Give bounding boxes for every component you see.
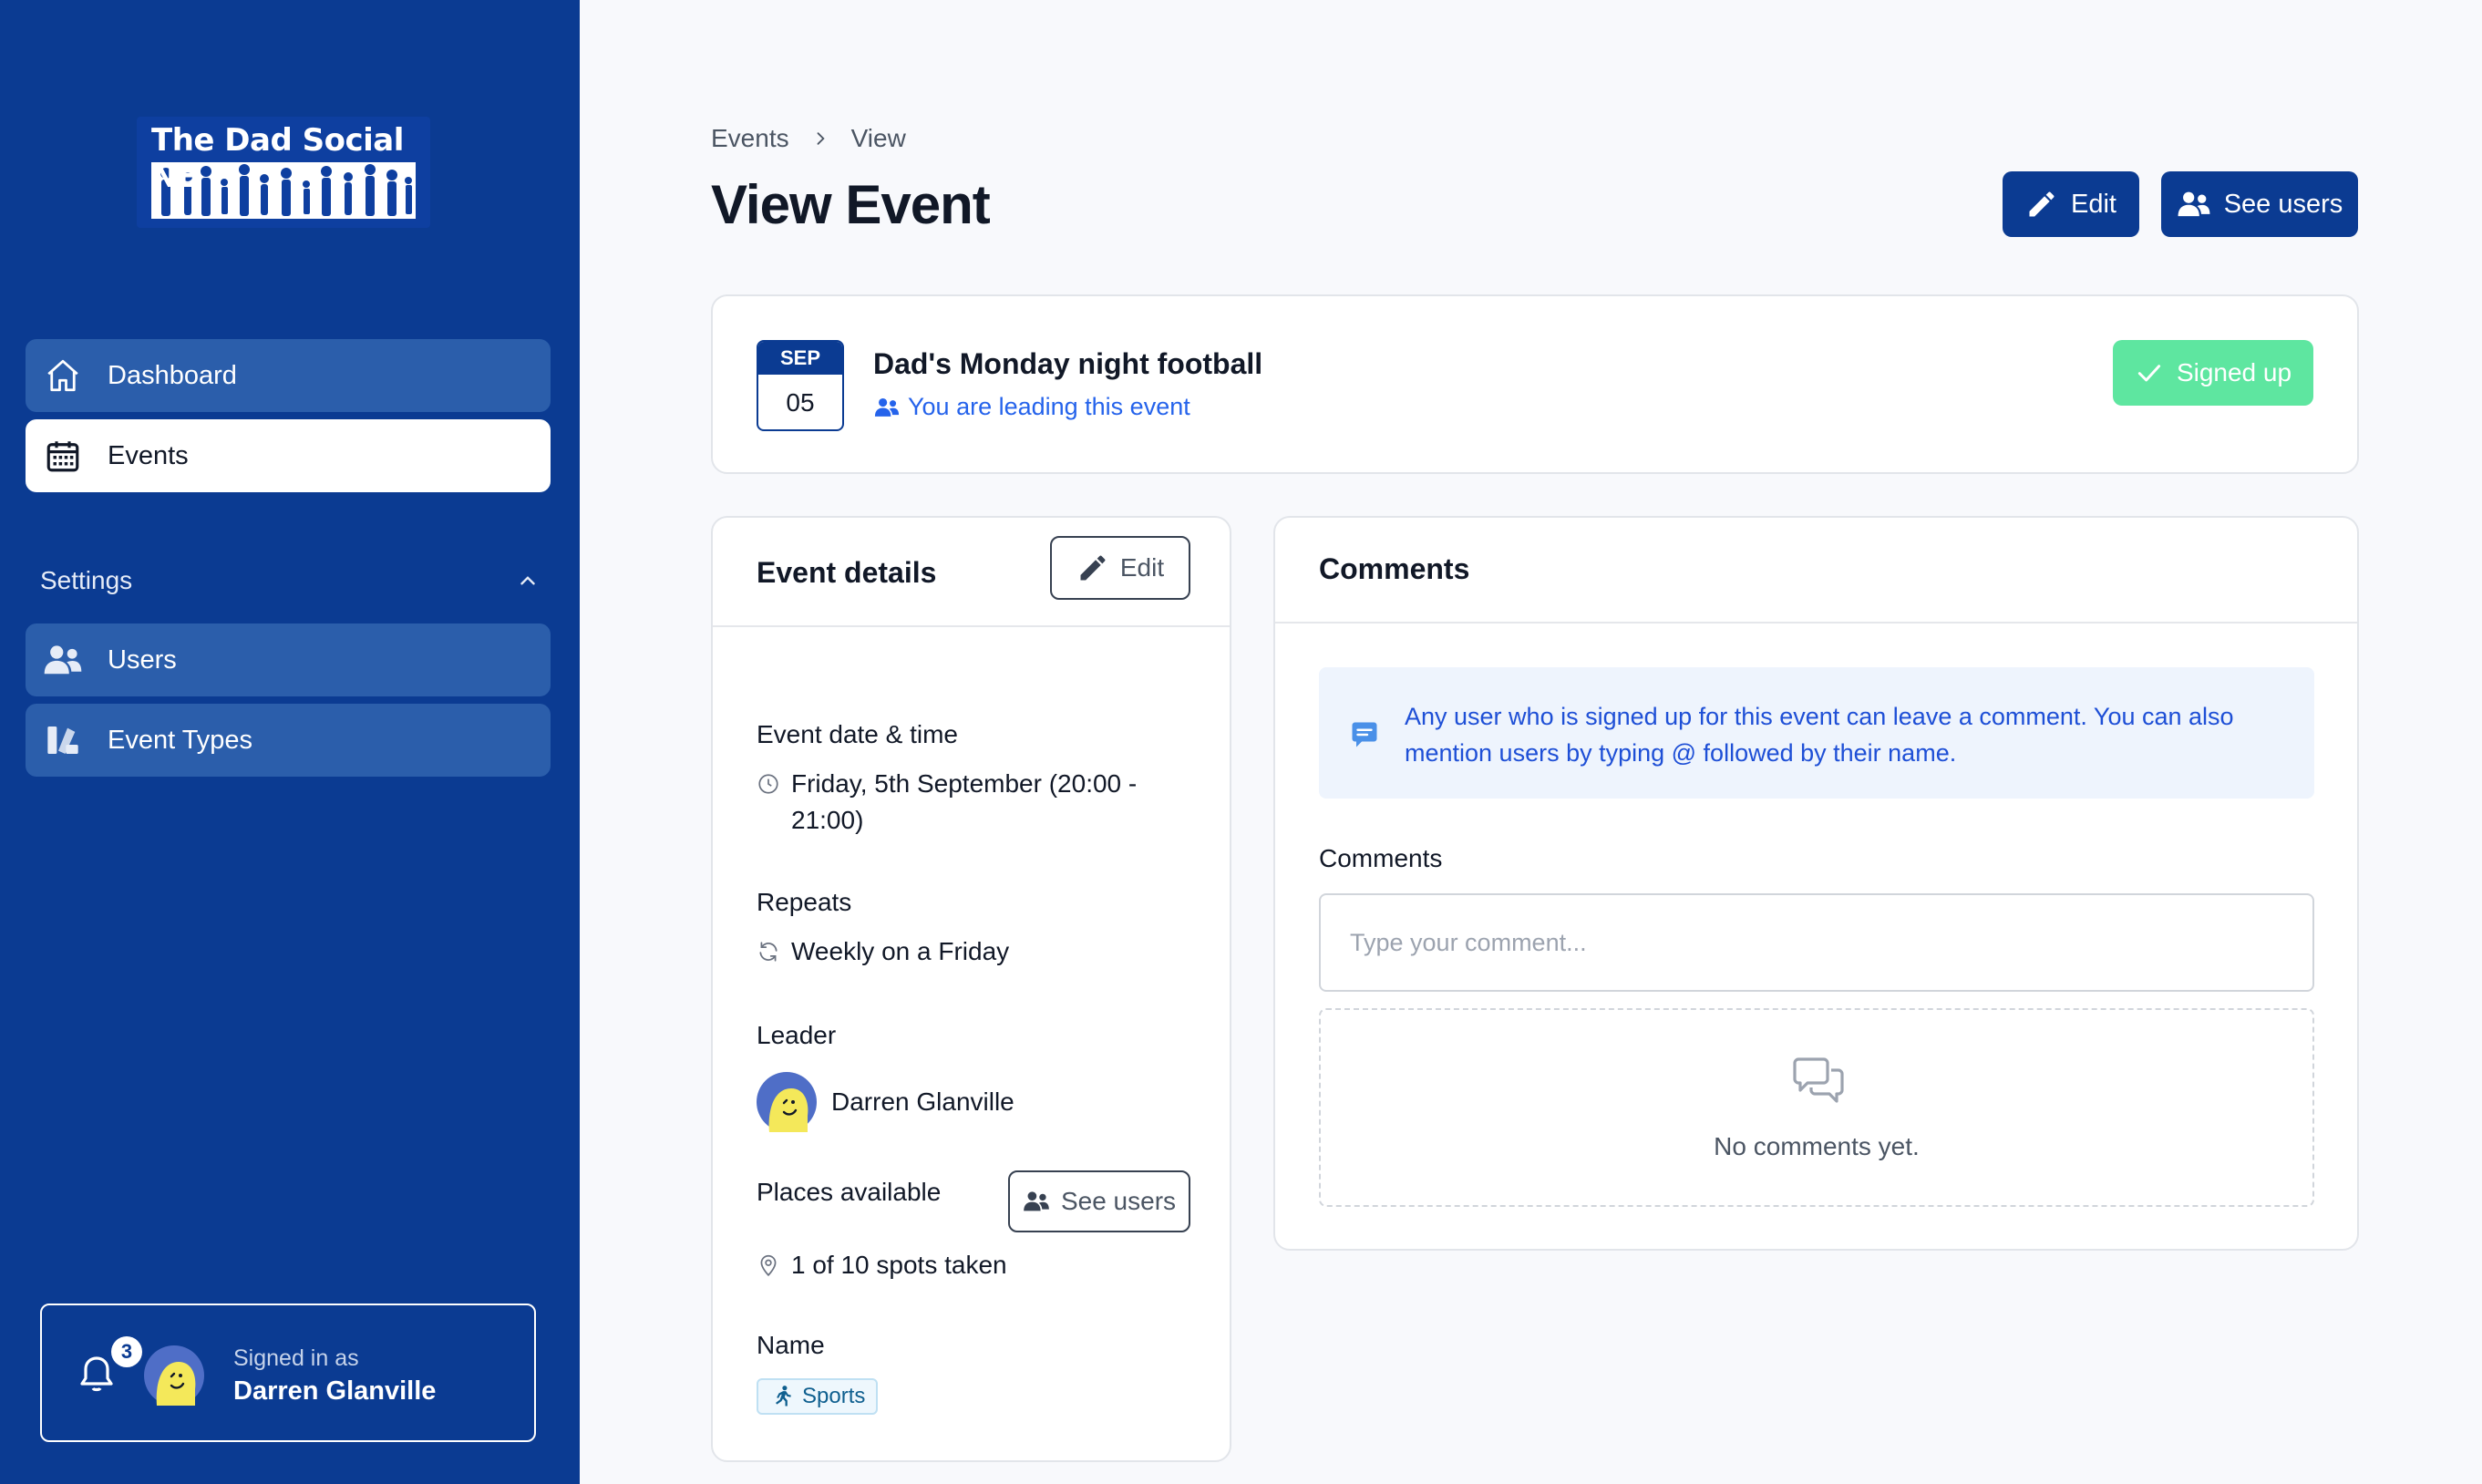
repeats-text: Weekly on a Friday bbox=[791, 937, 1010, 965]
see-users-button[interactable]: See users bbox=[2161, 171, 2358, 237]
edit-event-label: Edit bbox=[2071, 189, 2116, 219]
event-title: Dad's Monday night football bbox=[873, 347, 1263, 380]
users-icon bbox=[874, 397, 900, 417]
see-users-small-button[interactable]: See users bbox=[1008, 1170, 1190, 1232]
name-label: Name bbox=[757, 1331, 825, 1359]
pencil-icon bbox=[2029, 191, 2055, 217]
places-value: 1 of 10 spots taken bbox=[757, 1247, 1007, 1283]
users-icon bbox=[1024, 1191, 1049, 1211]
shapes-icon bbox=[42, 719, 84, 761]
settings-label: Settings bbox=[40, 566, 133, 594]
edit-details-button[interactable]: Edit bbox=[1050, 536, 1190, 600]
chat-bubble-icon bbox=[1352, 722, 1377, 747]
leader-name: Darren Glanville bbox=[831, 1087, 1014, 1116]
event-details-card: Event details Edit Event date & time Fri… bbox=[711, 516, 1231, 1462]
comments-card: Comments Any user who is signed up for t… bbox=[1273, 516, 2359, 1251]
refresh-icon bbox=[757, 933, 784, 970]
map-pin-icon bbox=[757, 1247, 784, 1283]
event-type-tag-text: Sports bbox=[802, 1384, 866, 1408]
chevron-right-icon bbox=[811, 129, 829, 148]
chat-bubbles-icon bbox=[1793, 1057, 1844, 1103]
nav-label-events: Events bbox=[108, 440, 189, 470]
repeats-value: Weekly on a Friday bbox=[757, 933, 1009, 970]
signed-up-label: Signed up bbox=[2176, 358, 2292, 386]
see-users-small-label: See users bbox=[1060, 1187, 1177, 1215]
leader-row: Darren Glanville bbox=[757, 1072, 1014, 1132]
running-icon bbox=[776, 1386, 791, 1407]
breadcrumb-view: View bbox=[850, 124, 906, 152]
date-badge: SEP 05 bbox=[757, 340, 844, 431]
nav-item-dashboard[interactable]: Dashboard bbox=[26, 339, 551, 412]
clock-icon bbox=[757, 766, 784, 802]
date-time-line2: 21:00) bbox=[791, 806, 864, 834]
signed-up-button[interactable]: Signed up bbox=[2113, 340, 2313, 406]
places-label: Places available bbox=[757, 1178, 942, 1206]
breadcrumb-events[interactable]: Events bbox=[711, 124, 789, 153]
nav-label-users: Users bbox=[108, 644, 177, 675]
places-text: 1 of 10 spots taken bbox=[791, 1251, 1007, 1279]
leading-indicator: You are leading this event bbox=[873, 393, 1190, 421]
comments-empty-text: No comments yet. bbox=[1714, 1132, 1920, 1160]
nav-item-events[interactable]: Events bbox=[26, 419, 551, 492]
comment-input[interactable] bbox=[1319, 893, 2314, 992]
comments-info-text: Any user who is signed up for this event… bbox=[1405, 703, 2234, 767]
users-icon bbox=[42, 639, 84, 681]
nav-label-event-types: Event Types bbox=[108, 725, 253, 755]
avatar bbox=[757, 1072, 817, 1132]
house-icon bbox=[42, 355, 84, 397]
comments-info-box: Any user who is signed up for this event… bbox=[1319, 667, 2314, 799]
event-details-title: Event details bbox=[757, 556, 937, 589]
comments-field-label: Comments bbox=[1319, 844, 1443, 872]
edit-event-button[interactable]: Edit bbox=[2003, 171, 2139, 237]
pencil-icon bbox=[1080, 555, 1106, 581]
date-time-value: Friday, 5th September (20:00 - 21:00) bbox=[757, 766, 1137, 839]
date-day: 05 bbox=[786, 388, 815, 417]
page-title: View Event bbox=[711, 174, 991, 235]
repeats-label: Repeats bbox=[757, 888, 852, 916]
leading-text: You are leading this event bbox=[908, 393, 1190, 420]
nav-item-users[interactable]: Users bbox=[26, 623, 551, 696]
breadcrumb: Events View bbox=[711, 124, 906, 153]
check-icon bbox=[2137, 365, 2161, 382]
event-type-tag: Sports bbox=[757, 1378, 879, 1415]
leader-label: Leader bbox=[757, 1021, 837, 1049]
logo-text: The Dad Social NE bbox=[151, 122, 404, 195]
date-time-label: Event date & time bbox=[757, 720, 959, 748]
date-month: SEP bbox=[758, 342, 842, 375]
comments-empty-state: No comments yet. bbox=[1319, 1008, 2314, 1207]
edit-details-label: Edit bbox=[1119, 553, 1165, 582]
nav-label-dashboard: Dashboard bbox=[108, 360, 237, 390]
logo[interactable]: The Dad Social NE bbox=[137, 117, 430, 228]
sidebar: The Dad Social NE Dashboard Events Setti… bbox=[0, 0, 580, 1484]
settings-toggle[interactable]: Settings bbox=[40, 561, 540, 601]
nav-item-event-types[interactable]: Event Types bbox=[26, 704, 551, 777]
avatar bbox=[144, 1345, 204, 1406]
see-users-label: See users bbox=[2223, 189, 2343, 219]
comments-header: Comments bbox=[1275, 518, 2357, 623]
signed-in-label: Signed in as bbox=[233, 1345, 359, 1371]
users-icon bbox=[2178, 191, 2210, 217]
calendar-icon bbox=[42, 435, 84, 477]
notification-badge: 3 bbox=[111, 1336, 142, 1367]
event-summary-card: SEP 05 Dad's Monday night football You a… bbox=[711, 294, 2359, 474]
signed-in-user-name: Darren Glanville bbox=[233, 1376, 437, 1406]
signed-in-user-box[interactable]: 3 Signed in as Darren Glanville bbox=[40, 1304, 536, 1442]
chevron-up-icon bbox=[520, 576, 535, 585]
comments-title: Comments bbox=[1319, 552, 1470, 585]
date-time-line1: Friday, 5th September (20:00 - bbox=[791, 769, 1138, 798]
event-details-header: Event details Edit bbox=[713, 518, 1230, 627]
